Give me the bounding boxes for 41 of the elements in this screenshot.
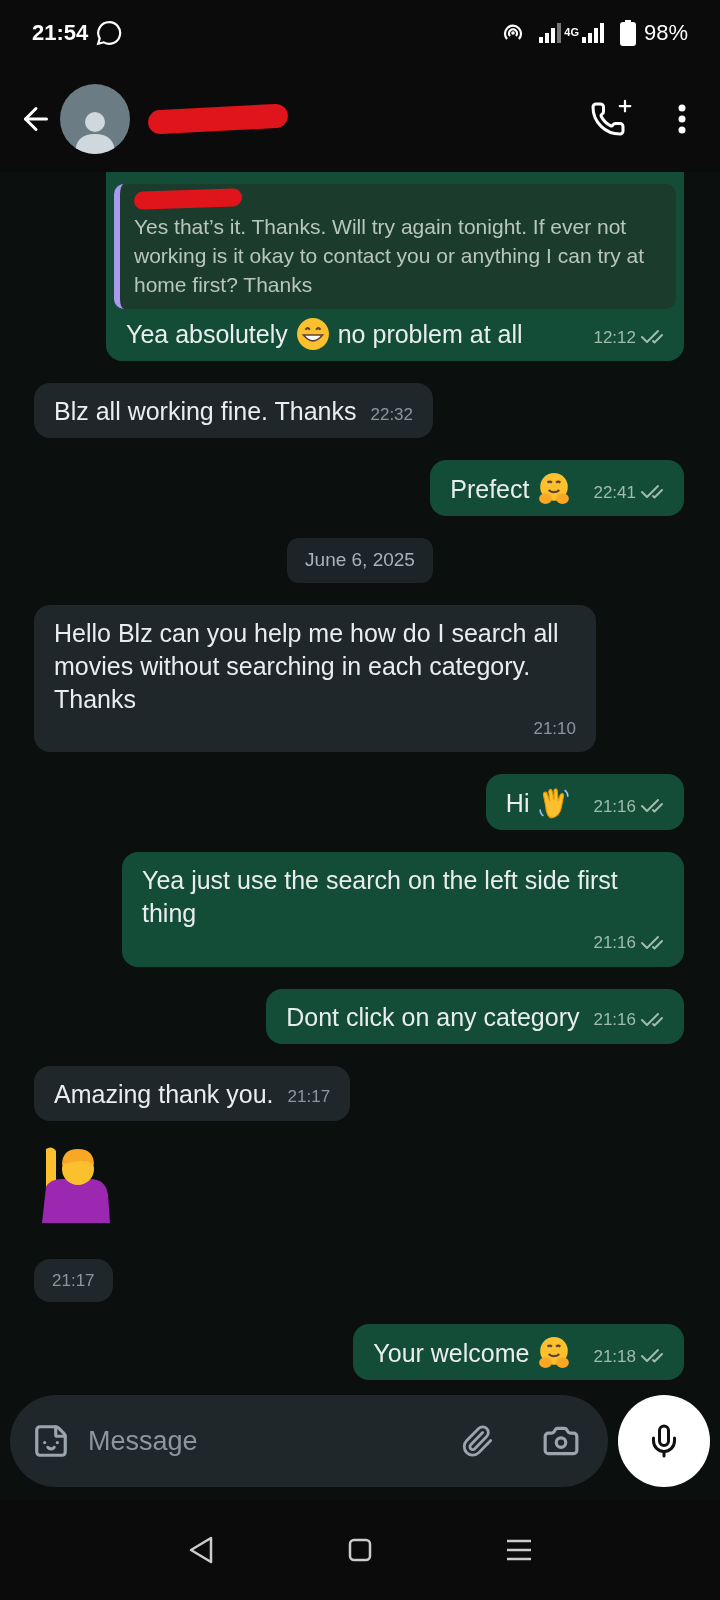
message-text: Prefect <box>450 473 530 505</box>
quoted-text: Yes that’s it. Thanks. Will try again tonight. If ever not working is it okay to contact you or anything I can try at home first? Thanks <box>134 214 646 298</box>
hugging-face-icon <box>537 472 572 506</box>
menu-icon[interactable] <box>505 1538 534 1562</box>
date-chip: June 6, 2025 <box>287 538 433 583</box>
phone-icon <box>590 100 626 137</box>
grinning-face-icon <box>295 317 330 351</box>
message-time: 21:17 <box>34 1258 113 1302</box>
message-text: Hello Blz can you help me how do I search all movies without searching in each category. Thanks <box>54 617 560 715</box>
hugging-face-icon <box>537 1336 572 1370</box>
sticker-icon[interactable] <box>32 1422 70 1460</box>
message-time: 21:16 <box>593 1009 636 1031</box>
message-time: 21:16 <box>593 932 636 954</box>
message-text: Your welcome <box>373 1337 530 1369</box>
message-text: Blz all working fine. Thanks <box>54 396 357 427</box>
message-text: Yea just use the search on the left side first thing <box>142 865 619 929</box>
network-type: 4G <box>564 27 579 38</box>
message-time: 21:17 <box>287 1086 331 1108</box>
message-text: no problem at all <box>337 318 523 350</box>
message-time: 21:10 <box>533 717 576 740</box>
message-input[interactable]: Message <box>10 1395 608 1487</box>
battery-icon <box>619 19 636 46</box>
battery-level: 98% <box>643 19 688 47</box>
message-text: Yea absolutely <box>126 318 288 350</box>
message-time: 22:41 <box>593 481 636 504</box>
chat-bubble-icon <box>96 19 123 46</box>
message-time: 21:16 <box>593 795 636 818</box>
waving-hand-icon <box>537 786 572 820</box>
message-time: 21:18 <box>593 1345 636 1368</box>
signal-icon <box>581 22 604 43</box>
signal-icon <box>539 22 562 43</box>
attach-icon[interactable] <box>460 1424 494 1458</box>
message-field[interactable]: Message <box>88 1420 442 1462</box>
more-options-icon <box>678 103 686 134</box>
message-text: Dont click on any category <box>286 1001 580 1033</box>
message-time: 22:32 <box>370 403 413 426</box>
home-nav-icon[interactable] <box>348 1538 372 1562</box>
message-text: Amazing thank you. <box>54 1078 274 1110</box>
status-time: 21:54 <box>32 19 89 47</box>
message-text: Hi <box>505 787 530 819</box>
message-time: 12:12 <box>593 326 636 349</box>
